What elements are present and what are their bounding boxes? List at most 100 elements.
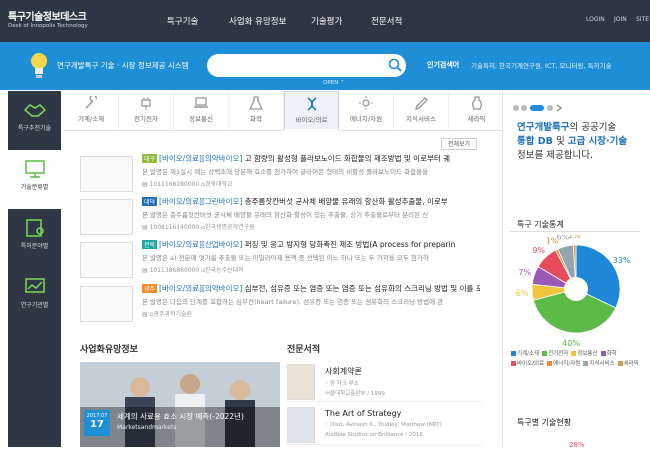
legend-item: 바이오/의료	[511, 361, 544, 367]
tab-knowledge[interactable]: 지식서비스	[394, 91, 449, 131]
promo-highlight: 통합 DB	[517, 136, 553, 147]
promo-text: 연구개발특구의 공공기술 통합 DB 및 고급 시장·기술 정보를 제공합니다.	[517, 121, 627, 163]
list-item[interactable]: 광주 [바이오/의료][의약바이오] 심부전, 섬유증 또는 염증 또는 염증 또…	[80, 283, 480, 333]
nav-tech[interactable]: 특구기술	[167, 15, 198, 27]
search-icon[interactable]	[388, 58, 402, 72]
entry-org: 경북대학교	[204, 181, 233, 188]
nav-books[interactable]: 전문서적	[371, 15, 402, 27]
book-publisher: Audible Studios on Brilliance / 2016	[325, 432, 423, 438]
book-item[interactable]: The Art of Strategy ◦ Dixit, Avinash K.,…	[287, 405, 482, 445]
legend-swatch	[547, 361, 553, 366]
entry-category: [바이오/의료]	[159, 197, 202, 206]
pen-icon	[414, 97, 428, 110]
donut-hole	[564, 277, 588, 301]
entry-title[interactable]: 퍼징 및 응고 방지형 당화촉진 제조 방법(A process for pre…	[245, 240, 456, 249]
promo-text-part: 및	[552, 136, 568, 147]
sidebar-label: 연구기관별	[20, 302, 49, 309]
date-day: 17	[90, 419, 104, 430]
tab-label: 에너지/자원	[349, 115, 383, 123]
entry-subcategory: [산업바이오]	[201, 240, 243, 249]
popular-search-label: 인기검색어	[427, 61, 460, 69]
sidebar-item-recommended[interactable]: 특구추천기술	[8, 91, 61, 150]
open-label: OPEN	[323, 80, 339, 86]
sidebar-label: 기술분류별	[20, 184, 49, 191]
tab-label: 기계/소재	[77, 115, 105, 123]
biz-section-title: 사업화유망정보	[80, 345, 138, 355]
biz-title[interactable]: 세계의 사료용 효소 시장 예측(-2022년)	[117, 411, 244, 422]
join-link[interactable]: JOIN	[614, 16, 627, 23]
book-item[interactable]: 사회계약론 ◦ 장 자크 루소 서울대학교출판부 / 1999	[287, 362, 482, 402]
logo-title: 특구기술정보데스크	[8, 12, 87, 23]
region-badge: 광주	[142, 284, 158, 293]
stats-title: 특구 기술통계	[517, 220, 564, 229]
tab-ict[interactable]: 정보통신	[174, 91, 229, 131]
entry-subcategory: [의약바이오]	[201, 154, 243, 163]
region-badge: 전북	[142, 240, 158, 249]
tech-stats-pie-chart[interactable]: 33%40%6%7%9%1%6%1%	[502, 235, 650, 347]
tab-chemistry[interactable]: 화학	[229, 91, 284, 131]
flask-icon	[248, 96, 264, 110]
books-section-title: 전문서적	[287, 345, 321, 355]
promo-highlight: 고급 시장·기술	[567, 136, 628, 147]
entry-title[interactable]: 층주름잣칸버섯 균사체 배양물 유래의 항산화 활성추출물, 이로부	[245, 197, 448, 206]
sidebar-item-category[interactable]: 기술분류별	[8, 150, 61, 209]
legend-item: 지식서비스	[583, 361, 615, 367]
entry-title[interactable]: 고 함량의 활성형 플라보노이드 화합물의 제조방법 및 이로부터 궤	[245, 154, 450, 163]
entry-title[interactable]: 심부전, 섬유증 또는 염증 또는 염증 또는 섬유화의 스크리닝 방법 및 이…	[245, 284, 480, 293]
stats2-title: 특구별 기술현황	[517, 418, 572, 427]
entry-number: 1008116140000	[149, 224, 200, 231]
lightbulb-icon	[31, 53, 47, 78]
book-author: Dixit, Avinash K., Dudley, Matthew (NRT)	[330, 422, 442, 428]
banner-text: 연구개발특구 기술 · 시장 정보제공 시스템	[57, 61, 189, 70]
tab-machine[interactable]: 기계/소재	[64, 91, 119, 131]
tab-ceramic[interactable]: 세라믹	[449, 91, 504, 131]
book-title[interactable]: The Art of Strategy	[325, 409, 401, 418]
dna-icon	[307, 97, 316, 111]
legend-swatch	[617, 361, 623, 366]
book-title[interactable]: 사회계약론	[325, 366, 362, 377]
tab-bio[interactable]: 바이오/의료	[284, 91, 339, 131]
wrench-icon	[85, 96, 97, 109]
sidebar-label: 특구추천기술	[17, 125, 52, 132]
nav-biz[interactable]: 사업화 유망정보	[229, 15, 286, 27]
arrow-up-icon: ⌃	[340, 80, 345, 86]
region-stat-label: 28%	[569, 441, 585, 449]
open-toggle[interactable]: OPEN ⌃	[323, 80, 345, 86]
carousel-indicator[interactable]	[512, 104, 564, 112]
tab-label: 화학	[250, 115, 262, 123]
view-all-button[interactable]: 전체보기	[441, 138, 477, 150]
tab-label: 전기전자	[134, 115, 158, 123]
biz-photo[interactable]	[80, 362, 280, 447]
site-logo[interactable]: 특구기술정보데스크 Desk of Innopolis Technology	[8, 5, 102, 35]
divider	[510, 231, 640, 232]
logo-subtitle: Desk of Innopolis Technology	[8, 23, 88, 29]
legend-swatch	[511, 351, 516, 356]
book-author: 장 자크 루소	[330, 381, 359, 387]
sidebar-item-institute[interactable]: 연구기관별	[8, 268, 61, 327]
book-publisher: 서울대학교출판부 / 1999	[325, 391, 385, 397]
region-badge: 대덕	[142, 197, 158, 206]
doc-icon: ▤	[142, 267, 148, 274]
nav-eval[interactable]: 기술평가	[311, 15, 342, 27]
login-link[interactable]: LOGIN	[586, 16, 605, 23]
search-input[interactable]	[207, 54, 406, 77]
entry-number: 1011386860000	[149, 267, 200, 274]
legend-item: 정보통신	[571, 351, 598, 357]
handshake-icon	[23, 104, 46, 117]
pie-label: 40%	[562, 339, 580, 347]
vase-icon	[471, 96, 482, 110]
entry-desc: 본 발명은 층주름잣칸버섯 균사체 배양물 유래의 항산화 활성이 있는 추출물…	[142, 211, 429, 219]
sidebar-item-patent[interactable]: 특허분야별	[8, 209, 61, 268]
tab-electric[interactable]: 전기전자	[119, 91, 174, 131]
list-item[interactable]: 전북 [바이오/의료][산업바이오] 퍼징 및 응고 방지형 당화촉진 제조 방법…	[80, 239, 480, 289]
book-cover	[287, 407, 315, 443]
entry-subcategory: [그린바이오]	[201, 197, 243, 206]
person-icon: ◦	[325, 422, 329, 428]
entry-category: [바이오/의료]	[159, 284, 202, 293]
entry-desc: 본 발명은 제1실시 예는 상백초에 당분해 효소를 첨가하여 글라이콘 형태의…	[142, 168, 429, 176]
laptop-icon	[194, 97, 208, 108]
popular-keywords[interactable]: 기술특허, 한국기계연구원, ICT, 모니터링, 특허기술	[471, 60, 612, 70]
tab-energy[interactable]: 에너지/자원	[339, 91, 394, 131]
tab-label: 지식서비스	[406, 115, 436, 123]
sitemap-link[interactable]: SITE	[636, 16, 649, 23]
